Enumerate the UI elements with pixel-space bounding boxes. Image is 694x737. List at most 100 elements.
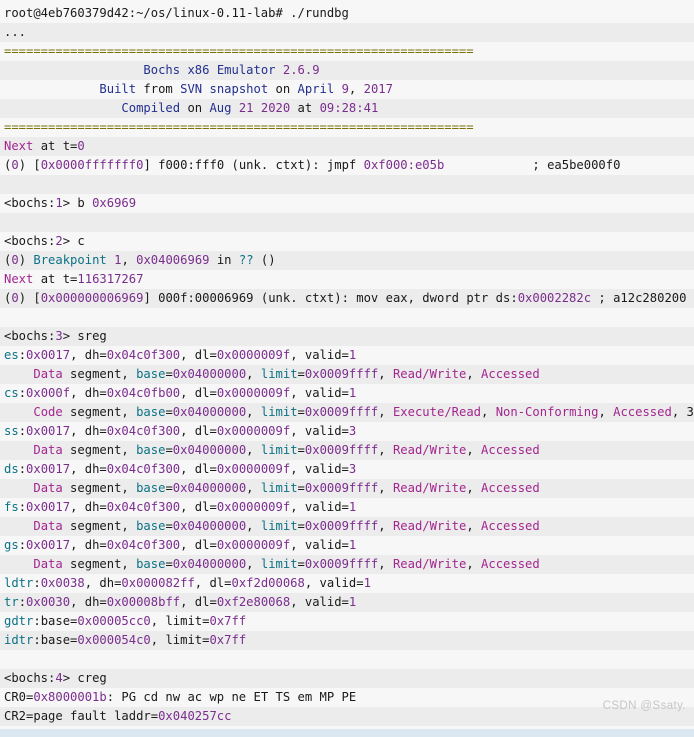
terminal-line-creg-cr2: CR2=page fault laddr=0x040257cc bbox=[0, 707, 694, 726]
token: ldtr bbox=[4, 576, 34, 590]
token: 2 bbox=[55, 234, 63, 248]
token: 0x04c0f300 bbox=[106, 538, 181, 552]
token: Accessed bbox=[481, 481, 540, 495]
token: , bbox=[246, 367, 261, 381]
token: : bbox=[18, 424, 27, 438]
bottom-band bbox=[0, 729, 694, 737]
token: limit bbox=[260, 481, 298, 495]
token: Accessed bbox=[613, 405, 672, 419]
token: 21 bbox=[238, 101, 254, 115]
token: > sreg bbox=[62, 329, 107, 343]
token: = bbox=[165, 443, 173, 457]
token: x86 bbox=[187, 63, 210, 77]
token: 0x04c0f300 bbox=[106, 462, 181, 476]
token: ========================================… bbox=[4, 44, 474, 58]
token: , bbox=[246, 405, 261, 419]
token: 0 bbox=[11, 291, 19, 305]
token: ds bbox=[4, 462, 19, 476]
token: Breakpoint bbox=[33, 253, 107, 267]
token: 0x04c0f300 bbox=[106, 424, 181, 438]
token: 09:28:41 bbox=[319, 101, 379, 115]
token: = bbox=[165, 481, 173, 495]
terminal-line-sreg-gdtr: gdtr:base=0x00005cc0, limit=0x7ff bbox=[0, 612, 694, 631]
token: 0x0002282c bbox=[517, 291, 592, 305]
token: Accessed bbox=[481, 443, 540, 457]
token: 0x0030 bbox=[26, 595, 71, 609]
token: 0x040257cc bbox=[158, 709, 232, 723]
token: 0x0017 bbox=[26, 348, 71, 362]
token: , dh= bbox=[84, 576, 122, 590]
token: , valid= bbox=[290, 424, 349, 438]
token: =page fault laddr= bbox=[26, 709, 159, 723]
token: base bbox=[136, 519, 166, 533]
token: , bbox=[466, 443, 482, 457]
terminal-window[interactable]: root@4eb760379d42:~/os/linux-0.11-lab# .… bbox=[0, 0, 694, 737]
token: 0x000054c0 bbox=[77, 633, 151, 647]
token: 0x0038 bbox=[40, 576, 85, 590]
token: = bbox=[297, 405, 305, 419]
token: ... bbox=[4, 25, 27, 39]
token: 0x7ff bbox=[209, 614, 247, 628]
token: 0x04c0f300 bbox=[106, 500, 181, 514]
token: segment, bbox=[62, 443, 137, 457]
token: , bbox=[378, 557, 393, 571]
token: ) [ bbox=[18, 291, 41, 305]
token: ] bbox=[143, 291, 159, 305]
token: ; bbox=[591, 291, 614, 305]
terminal-output: root@4eb760379d42:~/os/linux-0.11-lab# .… bbox=[0, 0, 694, 737]
terminal-line-cmd-1: <bochs:1> b 0x6969 bbox=[0, 194, 694, 213]
terminal-line-breakpoint-hit: (0) Breakpoint 1, 0x04006969 in ?? () bbox=[0, 251, 694, 270]
token: , valid= bbox=[290, 462, 349, 476]
token: Read/Write bbox=[392, 519, 467, 533]
token: fs bbox=[4, 500, 19, 514]
token: 0x6969 bbox=[92, 196, 137, 210]
token: 0x000000006969 bbox=[40, 291, 144, 305]
token: Accessed bbox=[481, 557, 540, 571]
token: , dh= bbox=[70, 424, 107, 438]
token: : bbox=[18, 500, 27, 514]
terminal-line-spacer-2 bbox=[0, 213, 694, 232]
token: Read/Write bbox=[392, 557, 467, 571]
token: 0x0017 bbox=[26, 500, 71, 514]
token: 0x00008bff bbox=[106, 595, 181, 609]
token: root@4eb760379d42:~/os/linux-0.11-lab# .… bbox=[4, 6, 349, 20]
token: Data bbox=[33, 367, 63, 381]
token: : bbox=[18, 462, 27, 476]
terminal-line-ellipsis: ... bbox=[0, 23, 694, 42]
token: ?? bbox=[238, 253, 254, 267]
terminal-line-next-t0: Next at t=0 bbox=[0, 137, 694, 156]
token: , dl= bbox=[180, 386, 217, 400]
token: 0 bbox=[11, 253, 19, 267]
token: , dh= bbox=[70, 500, 107, 514]
terminal-line-sreg-gs: gs:0x0017, dh=0x04c0f300, dl=0x0000009f,… bbox=[0, 536, 694, 555]
terminal-line-sreg-idtr: idtr:base=0x000054c0, limit=0x7ff bbox=[0, 631, 694, 650]
token: ; bbox=[444, 158, 548, 172]
token: <bochs: bbox=[4, 671, 56, 685]
token: Data bbox=[33, 557, 63, 571]
token: 1 bbox=[348, 538, 357, 552]
token: 3 bbox=[348, 462, 357, 476]
terminal-line-sreg-es: es:0x0017, dh=0x04c0f300, dl=0x0000009f,… bbox=[0, 346, 694, 365]
token: ss bbox=[4, 424, 19, 438]
token: 4 bbox=[55, 671, 63, 685]
token: limit bbox=[260, 557, 298, 571]
token: at t= bbox=[33, 139, 78, 153]
token: 0x0000009f bbox=[216, 500, 291, 514]
token: , dh= bbox=[70, 538, 107, 552]
token: 0x0009ffff bbox=[304, 443, 379, 457]
token: gdtr bbox=[4, 614, 34, 628]
token: 32-bit bbox=[686, 405, 694, 419]
token: 0x000082ff bbox=[121, 576, 195, 590]
token: 0x7ff bbox=[209, 633, 247, 647]
token: segment, bbox=[62, 519, 137, 533]
token: 0x0000009f bbox=[216, 538, 291, 552]
terminal-line-banner-built: Built from SVN snapshot on April 9, 2017 bbox=[0, 80, 694, 99]
token: 2017 bbox=[363, 82, 393, 96]
token: 0x04000000 bbox=[172, 443, 247, 457]
